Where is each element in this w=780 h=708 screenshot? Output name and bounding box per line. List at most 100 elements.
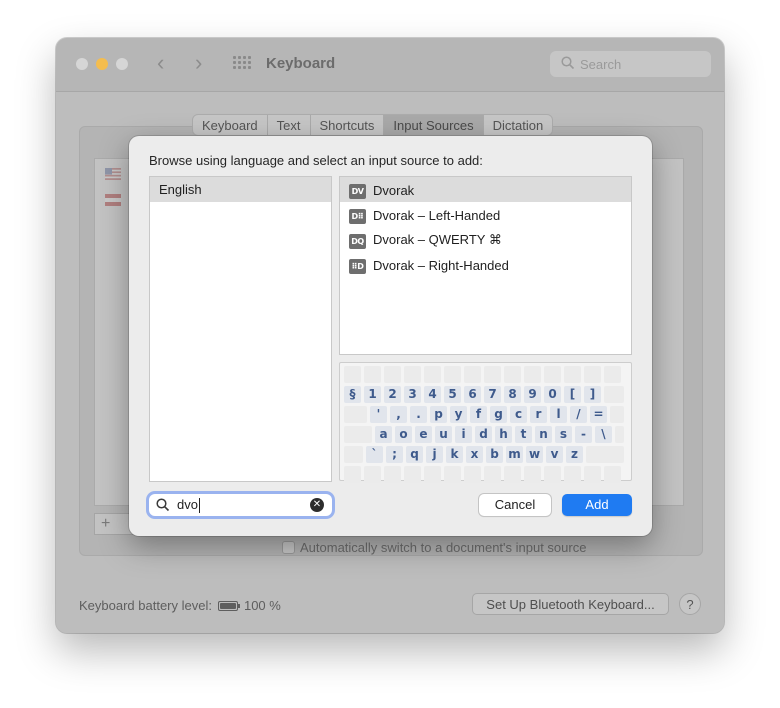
text-caret xyxy=(199,498,200,513)
add-source-button[interactable]: + xyxy=(101,515,110,533)
keyboard-key: m xyxy=(506,446,523,463)
keyboard-key: § xyxy=(344,386,361,403)
keyboard-key: ' xyxy=(370,406,387,423)
keyboard-key-blank xyxy=(344,406,367,423)
tab-keyboard[interactable]: Keyboard xyxy=(193,115,268,135)
keyboard-key: , xyxy=(390,406,407,423)
show-all-grid-icon[interactable] xyxy=(233,56,251,70)
battery-value: 100 % xyxy=(243,598,281,613)
keyboard-key-blank xyxy=(384,466,401,483)
tab-dictation[interactable]: Dictation xyxy=(484,115,553,135)
auto-switch-checkbox[interactable] xyxy=(282,541,295,554)
keyboard-key: d xyxy=(475,426,492,443)
tab-shortcuts[interactable]: Shortcuts xyxy=(311,115,385,135)
preferences-search-field[interactable]: Search xyxy=(550,51,711,77)
search-value: dvo xyxy=(177,497,198,512)
keyboard-key-blank xyxy=(586,446,624,463)
keyboard-key: k xyxy=(446,446,463,463)
keyboard-key-blank xyxy=(604,466,621,483)
keyboard-key: w xyxy=(526,446,543,463)
input-source-label: Dvorak – QWERTY ⌘ xyxy=(373,232,502,247)
keyboard-key: 8 xyxy=(504,386,521,403)
keyboard-key: - xyxy=(575,426,592,443)
keyboard-key-blank xyxy=(524,466,541,483)
keyboard-key-blank xyxy=(424,366,441,383)
source-search-field[interactable]: dvo ✕ xyxy=(149,494,332,516)
keyboard-key-blank xyxy=(544,366,561,383)
input-source-label: Dvorak – Right-Handed xyxy=(373,257,509,273)
keyboard-key: x xyxy=(466,446,483,463)
language-list: English xyxy=(149,176,332,482)
keyboard-key-blank xyxy=(344,426,372,443)
keyboard-key-blank xyxy=(344,366,361,383)
keyboard-key: ; xyxy=(386,446,403,463)
keyboard-key: ` xyxy=(366,446,383,463)
keyboard-key-blank xyxy=(604,366,621,383)
keyboard-key-blank xyxy=(610,406,624,423)
keyboard-key: 3 xyxy=(404,386,421,403)
forward-arrow-icon[interactable]: › xyxy=(195,52,202,74)
keyboard-key: b xyxy=(486,446,503,463)
keyboard-key-blank xyxy=(524,366,541,383)
layout-badge-icon: DV xyxy=(349,184,366,199)
keyboard-key-blank xyxy=(404,366,421,383)
keyboard-key-blank xyxy=(444,466,461,483)
input-source-item[interactable]: ⠿D Dvorak – Right-Handed xyxy=(340,252,631,277)
keyboard-key-blank xyxy=(444,366,461,383)
keyboard-key-blank xyxy=(584,366,601,383)
keyboard-key-blank xyxy=(484,466,501,483)
keyboard-key: 2 xyxy=(384,386,401,403)
cancel-button[interactable]: Cancel xyxy=(479,494,551,516)
keyboard-layout-preview: § 1 2 3 4 5 6 7 8 9 0[] ',. p y f g c r l / = a o e u i d h t n s - \ `; q… xyxy=(339,362,632,483)
input-source-label: Dvorak – Left-Handed xyxy=(373,207,501,223)
input-source-item[interactable]: D⠿ Dvorak – Left-Handed xyxy=(340,202,631,227)
keyboard-key: h xyxy=(495,426,512,443)
layout-badge-icon: ⠿D xyxy=(349,259,366,274)
setup-bluetooth-keyboard-button[interactable]: Set Up Bluetooth Keyboard... xyxy=(472,593,669,615)
auto-switch-option[interactable]: Automatically switch to a document's inp… xyxy=(282,540,586,555)
close-window-button[interactable] xyxy=(76,58,88,70)
tab-input-sources[interactable]: Input Sources xyxy=(384,115,484,135)
keyboard-key: p xyxy=(430,406,447,423)
keyboard-key-blank xyxy=(384,366,401,383)
zoom-window-button[interactable] xyxy=(116,58,128,70)
keyboard-key: 9 xyxy=(524,386,541,403)
keyboard-key: f xyxy=(470,406,487,423)
keyboard-key: y xyxy=(450,406,467,423)
keyboard-key: 4 xyxy=(424,386,441,403)
sheet-prompt: Browse using language and select an inpu… xyxy=(149,153,483,168)
keyboard-key-blank xyxy=(364,366,381,383)
keyboard-key: [ xyxy=(564,386,581,403)
keyboard-key: g xyxy=(490,406,507,423)
keyboard-key: a xyxy=(375,426,392,443)
language-item[interactable]: English xyxy=(150,177,331,202)
input-source-item[interactable]: DV Dvorak xyxy=(340,177,631,202)
keyboard-key: 1 xyxy=(364,386,381,403)
battery-status: Keyboard battery level: 100 % xyxy=(79,598,281,613)
layout-badge-icon: DQ xyxy=(349,234,366,249)
us-flag-icon xyxy=(105,168,121,180)
input-source-item[interactable]: DQ Dvorak – QWERTY ⌘ xyxy=(340,227,631,252)
minimize-window-button[interactable] xyxy=(96,58,108,70)
keyboard-key: t xyxy=(515,426,532,443)
keyboard-key: n xyxy=(535,426,552,443)
keyboard-key: z xyxy=(566,446,583,463)
keyboard-key: \ xyxy=(595,426,612,443)
keyboard-key-blank xyxy=(544,466,561,483)
keyboard-key-blank xyxy=(564,366,581,383)
help-button[interactable]: ? xyxy=(679,593,701,615)
keyboard-key-blank xyxy=(424,466,441,483)
back-arrow-icon[interactable]: ‹ xyxy=(157,52,164,74)
add-button[interactable]: Add xyxy=(562,494,632,516)
keyboard-key: u xyxy=(435,426,452,443)
keyboard-key: e xyxy=(415,426,432,443)
auto-switch-label: Automatically switch to a document's inp… xyxy=(300,540,587,555)
keyboard-key-blank xyxy=(464,466,481,483)
keyboard-key: 5 xyxy=(444,386,461,403)
keyboard-key-blank xyxy=(615,426,624,443)
keyboard-key-blank xyxy=(344,466,361,483)
tab-text[interactable]: Text xyxy=(268,115,311,135)
keyboard-key: 0 xyxy=(544,386,561,403)
clear-search-icon[interactable]: ✕ xyxy=(310,498,324,512)
keyboard-key: ] xyxy=(584,386,601,403)
